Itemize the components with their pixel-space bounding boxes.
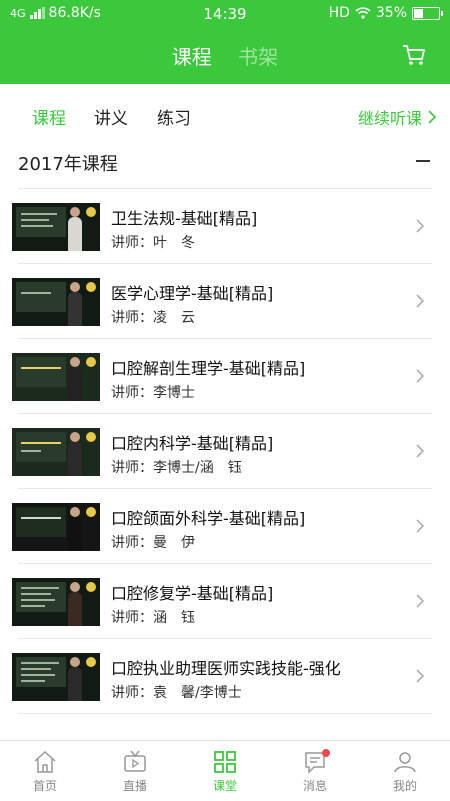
course-title: 口腔修复学-基础[精品] xyxy=(111,584,274,603)
course-thumbnail xyxy=(12,203,100,251)
home-icon xyxy=(34,750,56,773)
chevron-right-icon xyxy=(416,444,425,458)
course-teacher: 讲师：涵 钰 xyxy=(111,610,195,626)
chevron-right-icon xyxy=(416,219,425,233)
nav-profile[interactable]: 我的 xyxy=(360,741,450,801)
section-header[interactable]: 2017年课程 xyxy=(18,146,432,189)
list-item[interactable]: 口腔颌面外科学-基础[精品] 讲师：曼 伊 xyxy=(0,489,450,564)
subtab-exercises[interactable]: 练习 xyxy=(157,104,191,129)
nav-label: 直播 xyxy=(122,779,147,793)
course-thumbnail xyxy=(12,503,100,551)
chevron-right-icon xyxy=(416,369,425,383)
course-list: 卫生法规-基础[精品] 讲师：叶 冬 医学心理学-基础[精品] 讲师：凌 云 口… xyxy=(0,189,450,714)
course-title: 口腔颌面外科学-基础[精品] xyxy=(111,509,306,528)
wifi-icon xyxy=(355,7,371,19)
user-icon xyxy=(394,752,416,773)
course-thumbnail xyxy=(12,278,100,326)
subtab-courses[interactable]: 课程 xyxy=(32,104,66,129)
course-thumbnail xyxy=(12,653,100,701)
unread-badge xyxy=(322,749,330,757)
list-item[interactable]: 口腔执业助理医师实践技能-强化 讲师：袁 馨/李博士 xyxy=(0,639,450,714)
nav-label: 消息 xyxy=(302,779,327,793)
hd-indicator: HD xyxy=(328,5,350,21)
status-bar: 4G 86.8K/s 14:39 HD 35% xyxy=(0,0,450,28)
cart-icon[interactable] xyxy=(402,44,426,66)
course-title: 口腔内科学-基础[精品] xyxy=(111,434,274,453)
course-thumbnail xyxy=(12,353,100,401)
continue-listening-link[interactable]: 继续听课 xyxy=(358,105,436,129)
nav-label: 我的 xyxy=(392,779,417,793)
list-item[interactable]: 口腔修复学-基础[精品] 讲师：涵 钰 xyxy=(0,564,450,639)
course-thumbnail xyxy=(12,578,100,626)
chevron-right-icon xyxy=(416,519,425,533)
battery-level: 35% xyxy=(375,5,407,21)
tv-icon xyxy=(124,750,146,772)
nav-label: 首页 xyxy=(32,779,57,793)
subtab-handouts[interactable]: 讲义 xyxy=(94,104,128,129)
chevron-right-icon xyxy=(428,110,436,124)
nav-messages[interactable]: 消息 xyxy=(270,741,360,801)
grid-icon xyxy=(214,751,236,773)
list-item[interactable]: 医学心理学-基础[精品] 讲师：凌 云 xyxy=(0,264,450,339)
course-teacher: 讲师：李博士/涵 钰 xyxy=(111,460,242,476)
course-teacher: 讲师：曼 伊 xyxy=(111,535,195,551)
tab-bookshelf[interactable]: 书架 xyxy=(238,41,278,70)
course-title: 卫生法规-基础[精品] xyxy=(111,209,258,228)
nav-classroom[interactable]: 课堂 xyxy=(180,741,270,801)
list-item[interactable]: 口腔解剖生理学-基础[精品] 讲师：李博士 xyxy=(0,339,450,414)
course-title: 口腔解剖生理学-基础[精品] xyxy=(111,359,306,378)
chevron-right-icon xyxy=(416,294,425,308)
course-teacher: 讲师：凌 云 xyxy=(111,310,195,326)
continue-label: 继续听课 xyxy=(357,109,422,128)
course-thumbnail xyxy=(12,428,100,476)
course-teacher: 讲师：李博士 xyxy=(111,385,195,401)
sub-tabs: 课程 讲义 练习 继续听课 xyxy=(0,84,450,146)
nav-live[interactable]: 直播 xyxy=(90,741,180,801)
tab-courses[interactable]: 课程 xyxy=(172,41,212,70)
top-bar: 课程 书架 xyxy=(0,28,450,84)
chevron-right-icon xyxy=(416,594,425,608)
nav-label: 课堂 xyxy=(212,779,237,793)
section-title: 2017年课程 xyxy=(18,154,118,175)
bottom-nav: 首页 直播 课堂 消息 我的 xyxy=(0,740,450,801)
chevron-right-icon xyxy=(416,669,425,683)
course-title: 医学心理学-基础[精品] xyxy=(111,284,274,303)
minus-icon[interactable] xyxy=(416,160,430,162)
course-title: 口腔执业助理医师实践技能-强化 xyxy=(111,659,341,678)
nav-home[interactable]: 首页 xyxy=(0,741,90,801)
course-teacher: 讲师：袁 馨/李博士 xyxy=(111,685,242,701)
list-item[interactable]: 口腔内科学-基础[精品] 讲师：李博士/涵 钰 xyxy=(0,414,450,489)
list-item[interactable]: 卫生法规-基础[精品] 讲师：叶 冬 xyxy=(0,189,450,264)
battery-icon xyxy=(412,6,443,20)
course-teacher: 讲师：叶 冬 xyxy=(111,235,195,251)
